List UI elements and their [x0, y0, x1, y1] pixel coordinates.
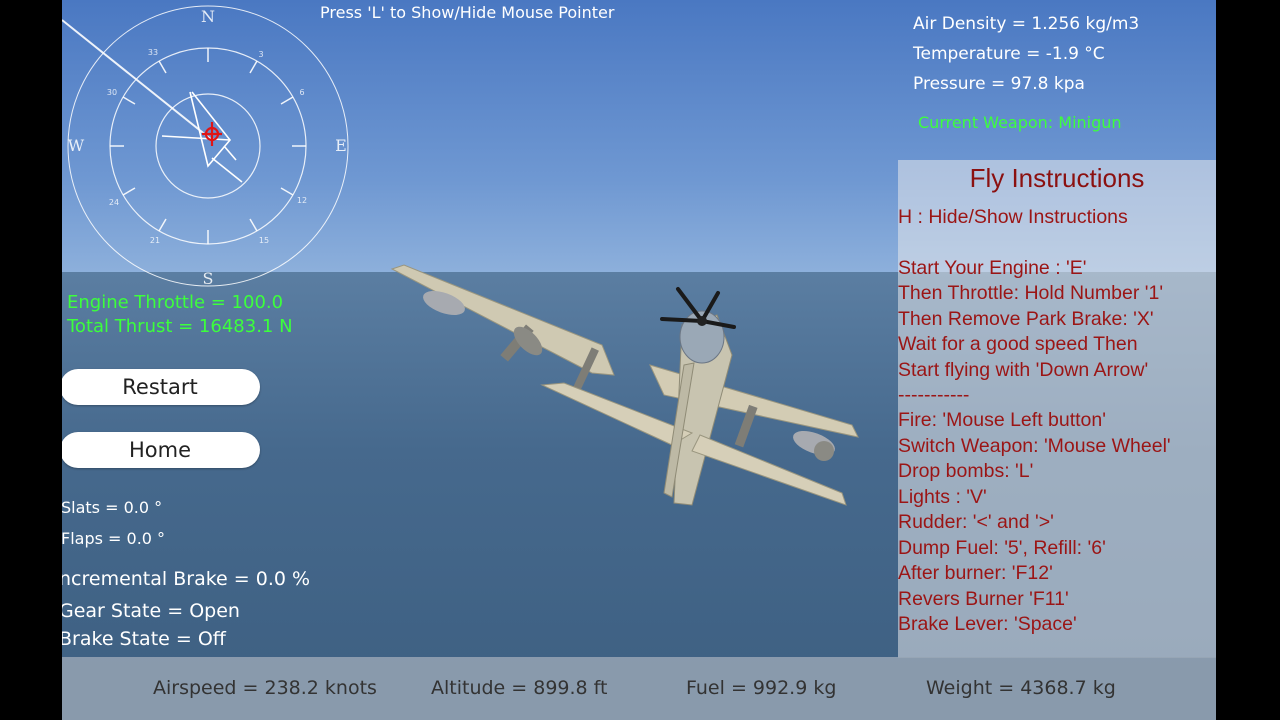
- weight-readout: Weight = 4368.7 kg: [926, 677, 1116, 699]
- home-button[interactable]: Home: [62, 432, 260, 468]
- restart-button[interactable]: Restart: [62, 369, 260, 405]
- instruction-line: After burner: 'F12': [898, 562, 1053, 584]
- instruction-line: Dump Fuel: '5', Refill: '6': [898, 537, 1106, 559]
- instruction-divider: -----------: [898, 384, 970, 406]
- compass-south-label: S: [203, 269, 214, 288]
- instruction-line: Start flying with 'Down Arrow': [898, 359, 1149, 381]
- compass-tick-30: 30: [107, 88, 117, 97]
- instructions-title: Fly Instructions: [969, 163, 1145, 193]
- fuel-readout: Fuel = 992.9 kg: [686, 677, 837, 699]
- instruction-line: Start Your Engine : 'E': [898, 257, 1087, 279]
- temperature-readout: Temperature = -1.9 °C: [913, 44, 1105, 64]
- instructions-panel: Fly Instructions H : Hide/Show Instructi…: [898, 160, 1216, 658]
- incremental-brake-readout: ncremental Brake = 0.0 %: [62, 568, 311, 590]
- instruction-line: H : Hide/Show Instructions: [898, 206, 1128, 228]
- compass-tick-12: 12: [297, 196, 307, 205]
- compass-west-label: W: [68, 136, 85, 155]
- compass-north-label: N: [201, 7, 215, 26]
- instruction-line: Wait for a good speed Then: [898, 333, 1138, 355]
- compass-tick-15: 15: [259, 236, 269, 245]
- flight-stats-bar: Airspeed = 238.2 knots Altitude = 899.8 …: [62, 657, 1216, 720]
- compass-gauge: N S W E 3 6 12 15 21 24 30 33: [62, 5, 349, 288]
- instruction-line: Then Remove Park Brake: 'X': [898, 308, 1154, 330]
- compass-tick-3: 3: [258, 50, 263, 59]
- instruction-line: Revers Burner 'F11': [898, 588, 1069, 610]
- gear-state-readout: Gear State = Open: [62, 600, 240, 622]
- flaps-readout: Flaps = 0.0 °: [62, 529, 166, 548]
- mouse-pointer-hint: Press 'L' to Show/Hide Mouse Pointer: [320, 3, 615, 22]
- airplane-model: [390, 264, 859, 506]
- airspeed-readout: Airspeed = 238.2 knots: [153, 677, 377, 699]
- engine-throttle-readout: Engine Throttle = 100.0: [67, 292, 284, 313]
- instruction-line: Brake Lever: 'Space': [898, 613, 1077, 635]
- instruction-line: Then Throttle: Hold Number '1': [898, 282, 1164, 304]
- air-density-readout: Air Density = 1.256 kg/m3: [913, 14, 1140, 34]
- total-thrust-readout: Total Thrust = 16483.1 N: [67, 316, 293, 337]
- game-viewport[interactable]: N S W E 3 6 12 15 21 24 30 33 Press 'L' …: [62, 0, 1216, 720]
- instruction-line: Lights : 'V': [898, 486, 987, 508]
- slats-readout: Slats = 0.0 °: [62, 498, 163, 517]
- instruction-line: Fire: 'Mouse Left button': [898, 409, 1106, 431]
- compass-tick-24: 24: [109, 198, 119, 207]
- compass-tick-33: 33: [148, 48, 158, 57]
- compass-tick-21: 21: [150, 236, 160, 245]
- pressure-readout: Pressure = 97.8 kpa: [913, 74, 1085, 94]
- instruction-line: Rudder: '<' and '>': [898, 511, 1054, 533]
- compass-east-label: E: [335, 136, 347, 155]
- altitude-readout: Altitude = 899.8 ft: [431, 677, 608, 699]
- current-weapon-readout: Current Weapon: Minigun: [918, 113, 1122, 132]
- instruction-line: Drop bombs: 'L': [898, 460, 1034, 482]
- instruction-line: Switch Weapon: 'Mouse Wheel': [898, 435, 1171, 457]
- compass-tick-6: 6: [299, 88, 304, 97]
- brake-state-readout: Brake State = Off: [62, 628, 226, 650]
